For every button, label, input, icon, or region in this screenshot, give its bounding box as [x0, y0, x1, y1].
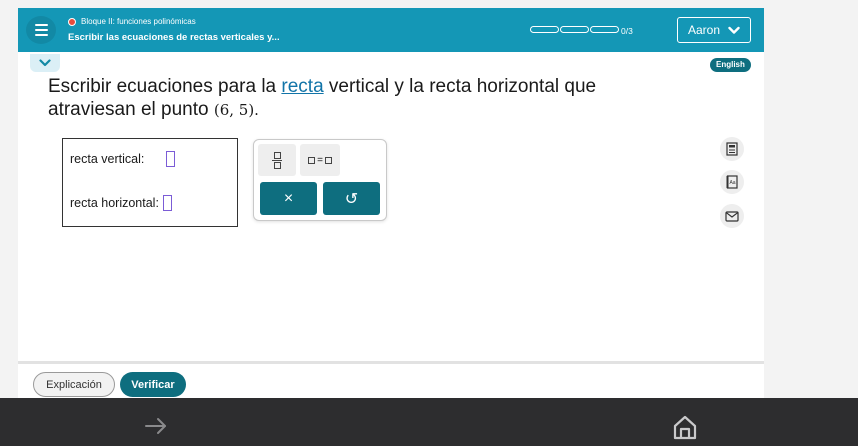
point-coordinates: (6, 5) [213, 101, 255, 119]
prompt-period: . [254, 101, 259, 119]
message-icon [725, 210, 739, 222]
vertical-line-label: recta vertical: [70, 152, 145, 166]
lesson-title: Escribir las ecuaciones de rectas vertic… [68, 32, 280, 43]
arrow-right-icon [145, 418, 166, 434]
prompt-text: Escribir ecuaciones para la [48, 76, 282, 97]
question-prompt: Escribir ecuaciones para la recta vertic… [48, 75, 668, 122]
chevron-down-icon [39, 59, 51, 67]
calculator-icon [726, 142, 738, 156]
progress-segment [560, 26, 589, 33]
horizontal-line-input[interactable] [162, 195, 172, 211]
record-dot-icon [68, 17, 76, 26]
undo-icon: ↺ [344, 190, 359, 208]
footer-bar: Explicación Verificar [18, 361, 764, 398]
menu-icon-line [34, 24, 48, 26]
fraction-key[interactable] [258, 144, 296, 176]
device-nav-bar [0, 398, 858, 446]
glossary-icon: Aa [726, 175, 738, 189]
user-name: Aaron [687, 23, 721, 37]
menu-icon-line [34, 34, 48, 36]
progress-count: 0/3 [621, 26, 633, 36]
clear-button[interactable]: × [260, 182, 317, 215]
top-bar: Bloque II: funciones polinómicas Escribi… [18, 8, 764, 52]
calculator-button[interactable] [720, 137, 744, 161]
verify-button[interactable]: Verificar [120, 372, 186, 397]
language-toggle-button[interactable]: English [710, 58, 751, 72]
home-button[interactable] [670, 412, 700, 442]
progress-segment [590, 26, 619, 33]
svg-text:Aa: Aa [729, 180, 735, 186]
breadcrumb-text: Bloque II: funciones polinómicas [81, 17, 196, 26]
answer-area: recta vertical: recta horizontal: [62, 138, 238, 227]
glossary-button[interactable]: Aa [720, 170, 744, 194]
menu-icon-line [34, 29, 48, 31]
message-button[interactable] [720, 204, 744, 228]
vertical-line-input[interactable] [166, 151, 176, 167]
home-icon [673, 415, 697, 440]
close-icon: × [283, 189, 294, 207]
equation-icon: = [308, 155, 332, 166]
chevron-down-icon [728, 26, 740, 34]
undo-button[interactable]: ↺ [323, 182, 380, 215]
progress-segment [530, 26, 559, 33]
math-keypad: = × ↺ [253, 139, 387, 221]
equation-key[interactable]: = [300, 144, 340, 176]
horizontal-line-row: recta horizontal: [70, 195, 172, 211]
horizontal-line-label: recta horizontal: [70, 196, 159, 210]
vertical-line-row: recta vertical: [70, 151, 176, 167]
glossary-link-recta[interactable]: recta [281, 76, 323, 97]
progress-bar [530, 26, 619, 33]
collapse-toggle[interactable] [30, 54, 60, 72]
user-menu-button[interactable]: Aaron [677, 17, 751, 43]
explanation-button[interactable]: Explicación [33, 372, 115, 397]
fraction-icon [272, 151, 282, 169]
menu-button[interactable] [26, 16, 56, 44]
lesson-window: Bloque II: funciones polinómicas Escribi… [18, 8, 764, 398]
breadcrumb: Bloque II: funciones polinómicas [68, 17, 196, 26]
forward-button[interactable] [143, 414, 169, 438]
